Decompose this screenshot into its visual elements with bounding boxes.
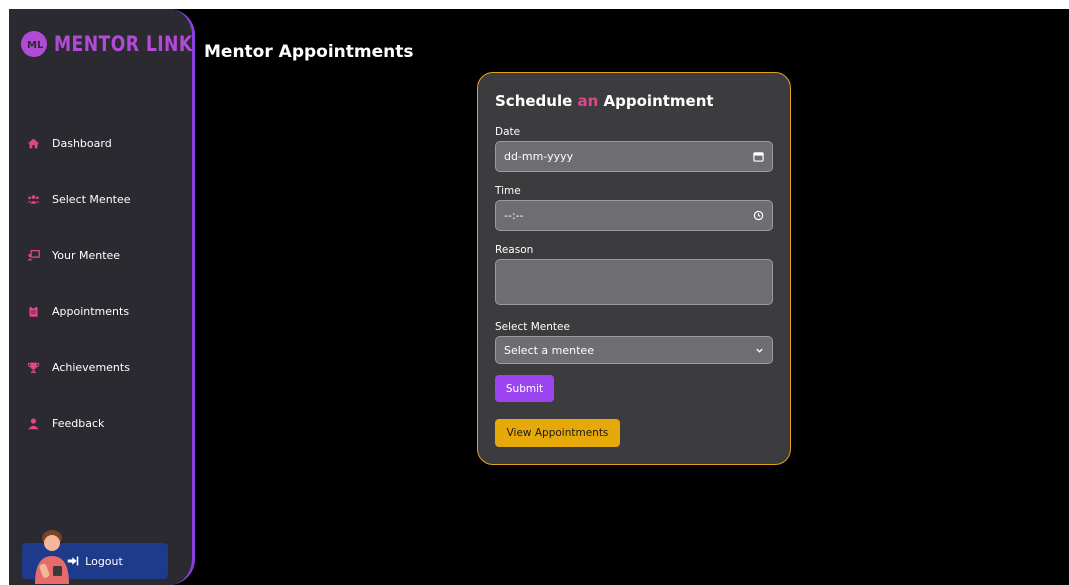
- clock-icon[interactable]: [753, 210, 764, 221]
- sidebar-item-label: Appointments: [52, 304, 130, 318]
- select-mentee-label: Select Mentee: [495, 321, 570, 333]
- sidebar-item-label: Feedback: [52, 416, 105, 430]
- user-icon: [28, 417, 39, 429]
- avatar: [35, 530, 69, 584]
- brand[interactable]: ML MENTOR LINK: [21, 31, 223, 57]
- clipboard-icon: [29, 305, 38, 317]
- svg-text:ML: ML: [27, 40, 43, 51]
- card-title-start: Schedule: [495, 92, 578, 110]
- sidebar-item-select-mentee[interactable]: Select Mentee: [27, 189, 131, 209]
- reason-textarea[interactable]: [495, 259, 773, 305]
- card-title-end: Appointment: [598, 92, 714, 110]
- sidebar-item-label: Select Mentee: [52, 192, 131, 206]
- chalkboard-user-icon: [27, 249, 40, 260]
- page-title: Mentor Appointments: [204, 42, 414, 62]
- sidebar-item-dashboard[interactable]: Dashboard: [27, 133, 112, 153]
- view-appointments-button[interactable]: View Appointments: [495, 419, 620, 447]
- card-title-accent: an: [577, 92, 599, 110]
- mentee-selected-value: Select a mentee: [504, 343, 594, 357]
- home-icon: [27, 138, 40, 148]
- sidebar-item-label: Dashboard: [52, 136, 112, 150]
- chevron-down-icon: [756, 348, 763, 353]
- reason-label: Reason: [495, 244, 534, 256]
- sidebar-item-feedback[interactable]: Feedback: [27, 413, 104, 433]
- logout-label: Logout: [85, 554, 123, 568]
- mentee-select[interactable]: Select a mentee: [495, 336, 773, 364]
- sidebar-item-achievements[interactable]: Achievements: [27, 357, 130, 377]
- calendar-icon[interactable]: [753, 151, 764, 162]
- app-frame: ML MENTOR LINK Dashboard Select Mentee Y…: [9, 9, 1069, 585]
- mentor-link-logo-icon: ML: [21, 31, 47, 57]
- trophy-icon: [27, 362, 40, 373]
- card-title: Schedule an Appointment: [495, 92, 714, 110]
- sidebar-item-your-mentee[interactable]: Your Mentee: [27, 245, 120, 265]
- sidebar-item-label: Achievements: [52, 360, 130, 374]
- schedule-appointment-card: Schedule an Appointment Date dd-mm-yyyy …: [477, 72, 791, 465]
- time-label: Time: [495, 185, 521, 197]
- date-label: Date: [495, 126, 521, 138]
- time-input[interactable]: --:--: [495, 200, 773, 231]
- date-input[interactable]: dd-mm-yyyy: [495, 141, 773, 172]
- sidebar-item-appointments[interactable]: Appointments: [27, 301, 129, 321]
- sidebar-item-label: Your Mentee: [52, 248, 121, 262]
- time-placeholder: --:--: [504, 209, 524, 222]
- sidebar: ML MENTOR LINK Dashboard Select Mentee Y…: [9, 9, 195, 585]
- submit-button[interactable]: Submit: [495, 375, 554, 402]
- brand-name: MENTOR LINK: [54, 32, 193, 56]
- users-icon: [27, 194, 40, 204]
- date-placeholder: dd-mm-yyyy: [504, 150, 574, 163]
